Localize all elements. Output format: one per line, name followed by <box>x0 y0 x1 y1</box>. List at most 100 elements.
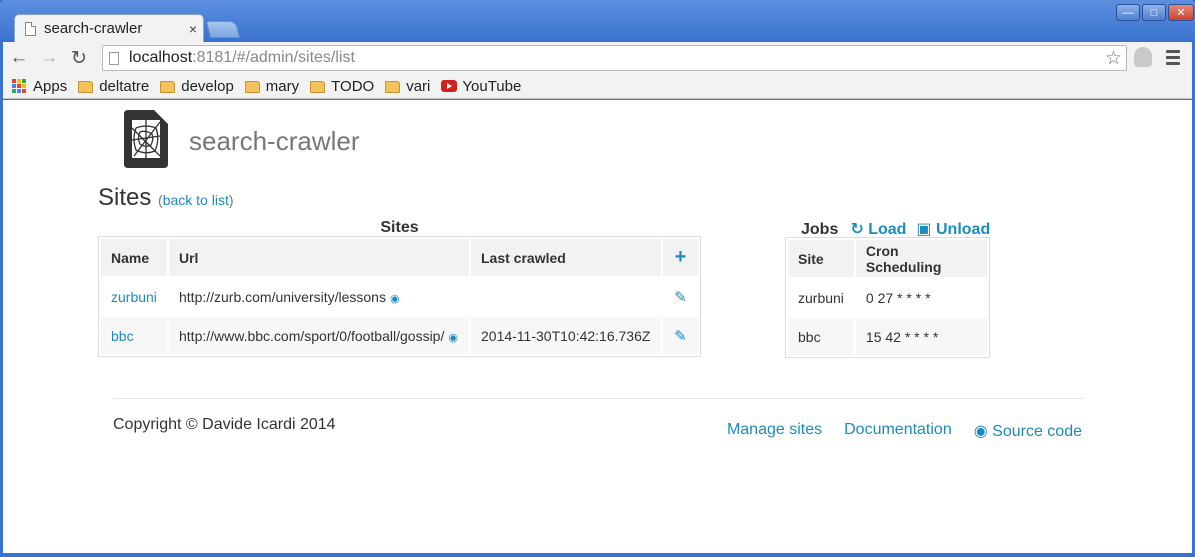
bookmarks-bar: Apps deltatre develop mary TODO vari You… <box>3 74 1192 99</box>
manage-sites-link[interactable]: Manage sites <box>727 421 822 441</box>
job-cron-cell: 0 27 * * * * <box>865 289 931 306</box>
source-code-link[interactable]: ◉ Source code <box>974 421 1082 441</box>
folder-icon <box>244 81 260 93</box>
source-code-label: Source code <box>992 423 1082 440</box>
site-url-cell: http://zurb.com/university/lessons ◉ <box>169 278 469 315</box>
job-cron-cell: 15 42 * * * * <box>855 318 987 355</box>
eye-icon[interactable]: ◉ <box>448 332 458 344</box>
table-row: zurbuni 0 27 * * * * <box>788 279 987 316</box>
page-title: Sites (back to list) <box>98 184 234 212</box>
back-to-list: (back to list) <box>158 192 234 208</box>
site-url: http://www.bbc.com/sport/0/football/goss… <box>179 327 445 344</box>
load-label: Load <box>868 221 907 238</box>
browser-toolbar: ← → ↻ localhost:8181/#/admin/sites/list … <box>3 42 1192 74</box>
bookmark-label: vari <box>406 77 431 95</box>
table-header-row: Name Url Last crawled + <box>101 239 698 276</box>
job-site-cell: bbc <box>788 318 854 355</box>
column-header-cron: Cron Scheduling <box>855 240 987 277</box>
bookmark-label: develop <box>181 77 234 95</box>
new-tab-button[interactable] <box>205 21 241 38</box>
column-header-url[interactable]: Url <box>169 239 469 276</box>
eye-icon[interactable]: ◉ <box>390 293 400 305</box>
bookmark-label: TODO <box>331 77 375 95</box>
back-button[interactable]: ← <box>5 44 33 72</box>
close-window-button[interactable]: ✕ <box>1168 4 1194 21</box>
forward-button[interactable]: → <box>35 44 63 72</box>
load-button[interactable]: ↻ Load <box>850 219 906 239</box>
bookmark-folder-mary[interactable]: mary <box>244 77 300 95</box>
folder-icon <box>385 81 401 93</box>
documentation-link[interactable]: Documentation <box>844 421 952 441</box>
bookmark-star-icon[interactable]: ☆ <box>1105 47 1122 70</box>
url-host: localhost <box>129 49 193 66</box>
site-url-cell: http://www.bbc.com/sport/0/football/goss… <box>169 317 469 354</box>
bookmark-label: Apps <box>33 77 68 95</box>
bookmark-label: mary <box>265 77 300 95</box>
unload-button[interactable]: ▣ Unload <box>916 219 990 239</box>
page-viewport: search-crawler Sites (back to list) Site… <box>3 100 1192 553</box>
page-icon <box>25 21 36 36</box>
extension-icon[interactable] <box>1134 47 1152 67</box>
github-icon: ◉ <box>973 423 988 440</box>
jobs-header: Jobs ↻ Load ▣ Unload <box>801 219 990 239</box>
folder-icon <box>78 81 94 93</box>
edit-site-button[interactable]: ✎ <box>663 278 698 315</box>
menu-icon[interactable] <box>1166 50 1180 68</box>
browser-tab[interactable]: search-crawler × <box>14 14 204 42</box>
table-row: bbc http://www.bbc.com/sport/0/football/… <box>101 317 698 354</box>
table-row: bbc 15 42 * * * * <box>788 318 987 355</box>
tab-title: search-crawler <box>44 20 143 37</box>
back-to-list-link[interactable]: back to list <box>163 192 229 208</box>
bookmark-label: YouTube <box>462 77 522 95</box>
column-header-last-crawled[interactable]: Last crawled <box>471 239 661 276</box>
footer-links: Manage sites Documentation ◉ Source code <box>727 421 1082 441</box>
jobs-table: Site Cron Scheduling zurbuni 0 27 * * * … <box>785 237 990 358</box>
url-path: :8181/#/admin/sites/list <box>192 49 355 66</box>
last-crawled-cell <box>471 278 661 315</box>
minimize-button[interactable]: — <box>1116 4 1140 21</box>
sites-table-caption: Sites <box>380 219 419 236</box>
bookmark-folder-todo[interactable]: TODO <box>310 78 374 95</box>
apps-icon <box>12 79 26 93</box>
bookmark-folder-deltatre[interactable]: deltatre <box>78 78 149 95</box>
reload-button[interactable]: ↻ <box>65 44 93 72</box>
sites-table: Name Url Last crawled + zurbuni http://z… <box>98 236 701 357</box>
site-name-link[interactable]: zurbuni <box>111 289 157 305</box>
site-name-cell: bbc <box>101 317 167 354</box>
bookmark-youtube[interactable]: YouTube <box>441 78 521 95</box>
plus-icon: + <box>674 246 687 268</box>
bookmark-folder-vari[interactable]: vari <box>385 78 430 95</box>
maximize-button[interactable]: □ <box>1142 4 1166 21</box>
job-site-cell: zurbuni <box>798 289 844 306</box>
pencil-icon: ✎ <box>674 288 687 306</box>
table-header-row: Site Cron Scheduling <box>788 240 987 277</box>
footer-divider <box>113 398 1083 399</box>
add-site-button[interactable]: + <box>663 239 698 276</box>
bookmark-apps[interactable]: Apps <box>12 78 67 95</box>
unload-label: Unload <box>936 221 991 238</box>
table-row: zurbuni http://zurb.com/university/lesso… <box>101 278 698 315</box>
youtube-icon <box>441 80 458 92</box>
folder-icon <box>160 81 176 93</box>
brand-name: search-crawler <box>189 126 360 156</box>
bookmark-label: deltatre <box>99 77 150 95</box>
folder-icon <box>310 81 326 93</box>
column-header-site: Site <box>788 240 854 277</box>
pencil-icon: ✎ <box>674 327 687 345</box>
edit-site-button[interactable]: ✎ <box>663 317 698 354</box>
column-header-name[interactable]: Name <box>101 239 167 276</box>
trash-icon: ▣ <box>916 221 932 238</box>
window-controls: — □ ✕ <box>1116 4 1194 21</box>
page-icon <box>109 51 119 65</box>
tab-close-button[interactable]: × <box>183 21 203 37</box>
site-url: http://zurb.com/university/lessons <box>179 288 386 305</box>
page-heading: Sites <box>98 184 152 211</box>
last-crawled-cell: 2014-11-30T10:42:16.736Z <box>471 317 661 354</box>
site-name-link[interactable]: bbc <box>111 328 134 344</box>
bookmark-folder-develop[interactable]: develop <box>160 78 234 95</box>
spiderweb-document-icon <box>124 110 168 168</box>
site-name-cell: zurbuni <box>101 278 167 315</box>
copyright: Copyright © Davide Icardi 2014 <box>113 416 336 433</box>
address-bar[interactable]: localhost:8181/#/admin/sites/list ☆ <box>102 45 1127 71</box>
browser-window: search-crawler × — □ ✕ ← → ↻ localhost:8… <box>0 0 1195 557</box>
